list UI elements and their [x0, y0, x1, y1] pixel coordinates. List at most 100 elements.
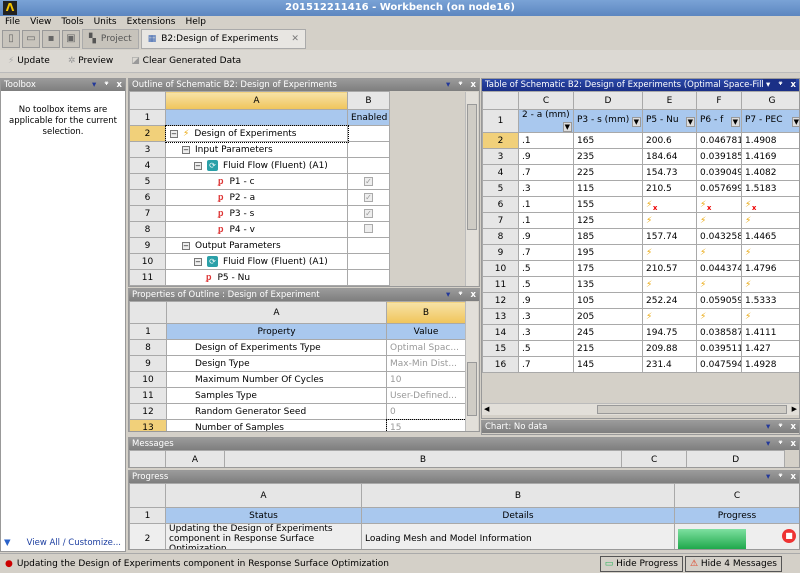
- cell[interactable]: 1.4908: [741, 132, 799, 149]
- close-icon[interactable]: x: [471, 289, 476, 301]
- close-icon[interactable]: ✕: [291, 29, 299, 49]
- pin-icon[interactable]: ᵠ: [104, 79, 108, 91]
- cell[interactable]: ⚡: [741, 212, 799, 229]
- menu-extensions[interactable]: Extensions: [127, 16, 176, 28]
- collapse-icon[interactable]: −: [182, 241, 190, 250]
- cell[interactable]: 195: [573, 244, 643, 261]
- cell[interactable]: 1.4169: [741, 148, 799, 165]
- pin-icon[interactable]: ᵠ: [778, 471, 782, 483]
- cell[interactable]: 0.039049: [696, 164, 742, 181]
- outline-cell[interactable]: ᵱ P2 - a: [165, 189, 348, 206]
- hide-progress-button[interactable]: ▭ Hide Progress: [599, 555, 683, 572]
- cell[interactable]: 155: [573, 196, 643, 213]
- dropdown-icon[interactable]: ▼: [685, 117, 695, 127]
- outline-row[interactable]: 10 − ⟳ Fluid Flow (Fluent) (A1): [129, 253, 390, 270]
- cell[interactable]: ⚡: [642, 308, 697, 325]
- dropdown-icon[interactable]: ▾: [766, 421, 770, 433]
- dropdown-icon[interactable]: ▼: [791, 117, 799, 127]
- menu-help[interactable]: Help: [185, 16, 206, 28]
- cell[interactable]: ⚡: [642, 244, 697, 261]
- cell[interactable]: 0.059059: [696, 292, 742, 309]
- cell[interactable]: 184.64: [642, 148, 697, 165]
- cell[interactable]: 125: [573, 212, 643, 229]
- preview-button[interactable]: ✲ Preview: [68, 56, 113, 66]
- outline-row[interactable]: 3− Input Parameters: [129, 141, 390, 158]
- cell[interactable]: 1.4111: [741, 324, 799, 341]
- cell[interactable]: ⚡: [741, 244, 799, 261]
- parameter-header[interactable]: P7 - PEC ▼: [741, 109, 799, 133]
- property-value[interactable]: 15: [385, 418, 467, 431]
- menu-view[interactable]: View: [30, 16, 51, 28]
- cell[interactable]: ⚡: [696, 196, 742, 213]
- outline-cell[interactable]: − ⟳ Fluid Flow (Fluent) (A1): [165, 253, 348, 270]
- cell[interactable]: .1: [518, 196, 574, 213]
- design-point-row[interactable]: 6.1155⚡⚡⚡: [482, 196, 799, 213]
- cell[interactable]: 252.24: [642, 292, 697, 309]
- close-icon[interactable]: x: [791, 421, 796, 433]
- property-value[interactable]: 0: [386, 403, 466, 420]
- outline-cell[interactable]: ᵱ P4 - v: [165, 221, 348, 238]
- save-icon[interactable]: ▪: [42, 30, 60, 48]
- design-point-row[interactable]: 5.3 115 210.5 0.057699 1.5183: [482, 180, 799, 197]
- column-header[interactable]: D: [686, 450, 785, 467]
- column-header[interactable]: G: [741, 91, 799, 110]
- cell[interactable]: 215: [573, 340, 643, 357]
- outline-row[interactable]: 6 ᵱ P2 - a ✓: [129, 189, 390, 206]
- close-icon[interactable]: x: [791, 79, 796, 91]
- column-header[interactable]: B: [224, 450, 622, 467]
- cell[interactable]: 0.046781: [696, 132, 742, 149]
- cell[interactable]: 1.4082: [741, 164, 799, 181]
- close-icon[interactable]: x: [791, 438, 796, 450]
- property-value[interactable]: 10: [386, 371, 466, 388]
- dropdown-icon[interactable]: ▼: [562, 122, 572, 132]
- design-point-row[interactable]: 8.9 185 157.74 0.043258 1.4465: [482, 228, 799, 245]
- doe-horizontal-scrollbar[interactable]: ◀ ▶: [482, 403, 799, 415]
- cell[interactable]: ⚡: [741, 308, 799, 325]
- dropdown-icon[interactable]: ▾: [766, 79, 770, 91]
- column-header[interactable]: C: [674, 483, 799, 508]
- column-header[interactable]: B: [361, 483, 675, 508]
- column-header[interactable]: C: [518, 91, 574, 110]
- collapse-icon[interactable]: −: [182, 145, 190, 154]
- cell[interactable]: 0.039185: [696, 148, 742, 165]
- menu-units[interactable]: Units: [94, 16, 117, 28]
- dropdown-icon[interactable]: ▾: [446, 289, 450, 301]
- design-point-row[interactable]: 14.3 245 194.75 0.038587 1.4111: [482, 324, 799, 341]
- cell[interactable]: 0.044374: [696, 260, 742, 277]
- cell[interactable]: 165: [573, 132, 643, 149]
- outline-cell[interactable]: − ⟳ Fluid Flow (Fluent) (A1): [165, 157, 348, 174]
- column-header[interactable]: B: [386, 301, 466, 324]
- pin-icon[interactable]: ᵠ: [458, 289, 462, 301]
- cell[interactable]: .1: [518, 212, 574, 229]
- cell[interactable]: 231.4: [642, 356, 697, 373]
- close-icon[interactable]: x: [117, 79, 122, 91]
- property-value[interactable]: Optimal Spac...: [386, 339, 466, 356]
- cell[interactable]: 154.73: [642, 164, 697, 181]
- outline-cell[interactable]: ᵱ P1 - c: [165, 173, 348, 190]
- cell[interactable]: ⚡: [696, 244, 742, 261]
- properties-scrollbar[interactable]: [465, 302, 478, 431]
- design-point-row[interactable]: 12.9 105 252.24 0.059059 1.5333: [482, 292, 799, 309]
- cell[interactable]: .7: [518, 356, 574, 373]
- cell[interactable]: 0.057699: [696, 180, 742, 197]
- design-point-row[interactable]: 16.7 145 231.4 0.047594 1.4928: [482, 356, 799, 373]
- outline-cell[interactable]: ᵱ P3 - s: [165, 205, 348, 222]
- enabled-cell[interactable]: ✓: [347, 189, 390, 206]
- property-row[interactable]: 8 Design of Experiments Type Optimal Spac.…: [129, 339, 466, 356]
- column-header[interactable]: A: [166, 301, 387, 324]
- collapse-icon[interactable]: −: [170, 129, 178, 138]
- cell[interactable]: ⚡: [696, 276, 742, 293]
- cell[interactable]: ⚡: [642, 212, 697, 229]
- stop-icon[interactable]: ■: [782, 529, 796, 543]
- outline-cell[interactable]: ᵱ P5 - Nu: [165, 269, 348, 286]
- property-row[interactable]: 11 Samples Type User-Defined...: [129, 387, 466, 404]
- cell[interactable]: .7: [518, 164, 574, 181]
- column-header[interactable]: B: [347, 91, 390, 110]
- cell[interactable]: .3: [518, 324, 574, 341]
- tab-project[interactable]: ▚ Project: [82, 29, 139, 49]
- cell[interactable]: 209.88: [642, 340, 697, 357]
- cell[interactable]: .7: [518, 244, 574, 261]
- cell[interactable]: 235: [573, 148, 643, 165]
- outline-row[interactable]: 8 ᵱ P4 - v: [129, 221, 390, 238]
- cell[interactable]: 245: [573, 324, 643, 341]
